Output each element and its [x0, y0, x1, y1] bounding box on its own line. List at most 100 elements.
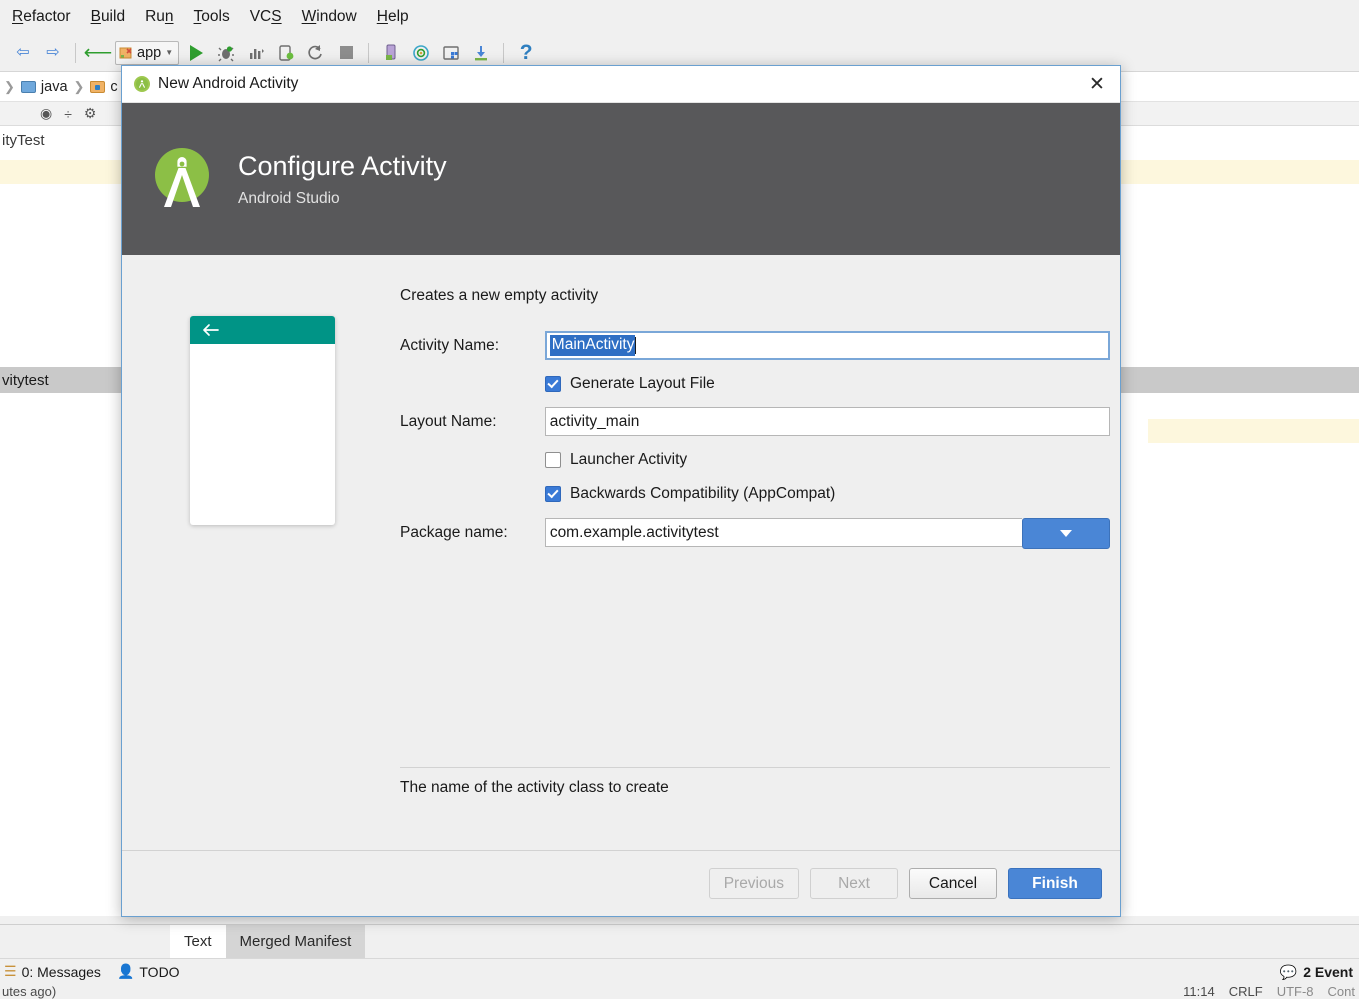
status-line-separator[interactable]: CRLF [1229, 984, 1263, 999]
run-configuration-selector[interactable]: app ▼ [115, 40, 180, 65]
status-context[interactable]: Cont [1328, 984, 1355, 999]
close-icon[interactable]: ✕ [1074, 66, 1120, 103]
status-messages[interactable]: ☰ 0: Messages [4, 963, 101, 980]
chevron-down-icon[interactable]: ▼ [165, 48, 173, 57]
dialog-header-title: Configure Activity [238, 150, 447, 181]
layout-inspector-icon[interactable] [438, 40, 464, 66]
dialog-header-subtitle: Android Studio [238, 189, 340, 207]
activity-name-value: MainActivity [549, 335, 636, 356]
run-config-icon [119, 46, 133, 60]
row-layout-name: Layout Name: activity_main [400, 407, 1110, 436]
toolbar-separator-2 [368, 42, 370, 63]
status-left-fragment: utes ago) [2, 984, 57, 999]
status-encoding[interactable]: UTF-8 [1277, 984, 1314, 999]
todo-icon: 👤 [116, 963, 135, 979]
status-todo-label: TODO [139, 963, 180, 980]
sync-gradle-icon[interactable] [468, 40, 494, 66]
menu-item-help[interactable]: Help [367, 0, 419, 34]
target-icon[interactable]: ◉ [40, 105, 52, 122]
avd-manager-icon[interactable] [378, 40, 404, 66]
back-arrow-icon[interactable]: ⇦ [10, 40, 36, 66]
profile-icon[interactable] [243, 40, 269, 66]
breadcrumb-label-java: java [40, 78, 68, 95]
gear-icon[interactable]: ⚙ [84, 105, 97, 122]
menu-item-tools[interactable]: Tools [184, 0, 240, 34]
status-event-log-label: 2 Event [1303, 964, 1353, 980]
dialog-body: Creates a new empty activity Activity Na… [122, 255, 1120, 850]
checkbox-launcher-activity-label: Launcher Activity [570, 451, 688, 468]
breadcrumb-separator: ❯ [4, 78, 15, 94]
screen-root: Refactor Build Run Tools VCS Window Help… [0, 0, 1359, 999]
status-bar-secondary: utes ago) 11:14 CRLF UTF-8 Cont [0, 984, 1359, 999]
breadcrumb-item-java[interactable]: java [17, 79, 72, 95]
event-log-icon: 💬 [1279, 963, 1298, 980]
checkbox-backwards-compatibility[interactable]: Backwards Compatibility (AppCompat) [545, 485, 1110, 503]
help-icon[interactable]: ? [513, 40, 539, 66]
activity-preview-thumbnail [190, 316, 335, 525]
dialog-title-label: New Android Activity [158, 75, 299, 92]
checkbox-generate-layout-file[interactable]: Generate Layout File [545, 375, 1110, 393]
package-name-combobox[interactable]: com.example.activitytest [544, 518, 1110, 549]
android-studio-logo [144, 141, 220, 217]
run-config-label: app [137, 44, 162, 61]
activity-config-form: Activity Name: MainActivity Generate Lay… [400, 331, 1110, 549]
menu-item-refactor[interactable]: Refactor [2, 0, 81, 34]
sdk-manager-icon[interactable] [408, 40, 434, 66]
status-todo[interactable]: 👤 TODO [117, 963, 180, 980]
editor-highlight-line-2 [1148, 419, 1359, 443]
tab-merged-manifest[interactable]: Merged Manifest [225, 925, 366, 958]
collapse-icon[interactable]: ÷ [64, 106, 72, 122]
breadcrumb-separator-2: ❯ [73, 78, 85, 94]
activity-name-input[interactable]: MainActivity [544, 331, 1110, 360]
checkbox-launcher-activity[interactable]: Launcher Activity [545, 451, 1110, 469]
editor-selected-row-text: vitytest [2, 371, 49, 389]
tab-text-label: Text [184, 933, 212, 950]
menu-item-vcs[interactable]: VCS [240, 0, 292, 34]
debug-icon[interactable] [213, 40, 239, 66]
status-bar: ☰ 0: Messages 👤 TODO 💬 2 Event [0, 958, 1359, 984]
layout-name-input[interactable]: activity_main [544, 407, 1110, 436]
status-time[interactable]: 11:14 [1183, 984, 1215, 999]
text-caret [635, 337, 637, 354]
breadcrumb-label-package: c [110, 78, 118, 95]
stop-icon[interactable] [333, 40, 359, 66]
apply-changes-icon[interactable] [273, 40, 299, 66]
rerun-icon[interactable] [303, 40, 329, 66]
status-event-log[interactable]: 💬 2 Event [1280, 959, 1353, 985]
breadcrumb-item-package[interactable]: c [86, 79, 121, 95]
menu-item-window[interactable]: Window [292, 0, 367, 34]
dialog-header: Configure Activity Android Studio [122, 103, 1120, 255]
layout-name-label: Layout Name: [400, 412, 497, 430]
checkbox-launcher-activity-box[interactable] [545, 452, 561, 468]
checkbox-generate-layout-file-box[interactable] [545, 376, 561, 392]
menu-item-build[interactable]: Build [81, 0, 135, 34]
activity-name-label: Activity Name: [400, 336, 500, 354]
previous-button[interactable]: Previous [708, 868, 799, 899]
folder-icon-blue [20, 80, 36, 93]
forward-arrow-icon[interactable]: ⇨ [40, 40, 66, 66]
toolbar-separator-3 [503, 42, 505, 63]
status-bar-right-group: 11:14 CRLF UTF-8 Cont [1183, 984, 1355, 999]
checkbox-backwards-compatibility-box[interactable] [545, 486, 561, 502]
package-name-value[interactable]: com.example.activitytest [544, 518, 1022, 547]
checkbox-backwards-compatibility-label: Backwards Compatibility (AppCompat) [570, 485, 836, 502]
folder-icon-orange [90, 80, 106, 93]
checkbox-generate-layout-file-label: Generate Layout File [570, 375, 715, 392]
preview-app-bar [190, 316, 335, 344]
revert-icon[interactable]: ⟵ [84, 40, 113, 66]
run-icon[interactable] [183, 40, 209, 66]
dialog-header-texts: Configure Activity Android Studio [238, 151, 447, 208]
hint-text: The name of the activity class to create [400, 779, 669, 796]
menu-item-run[interactable]: Run [135, 0, 183, 34]
tab-text[interactable]: Text [170, 925, 226, 958]
next-button[interactable]: Next [810, 868, 898, 899]
finish-button[interactable]: Finish [1008, 868, 1102, 899]
package-name-label: Package name: [400, 523, 508, 541]
editor-tab-bar: Text Merged Manifest [0, 924, 1359, 958]
tab-merged-manifest-label: Merged Manifest [239, 933, 352, 950]
new-android-activity-dialog: New Android Activity ✕ Configure Activit… [121, 65, 1121, 917]
layout-name-value: activity_main [549, 412, 640, 430]
cancel-button[interactable]: Cancel [909, 868, 997, 899]
package-name-dropdown-button[interactable] [1022, 518, 1110, 549]
row-package-name: Package name: com.example.activitytest [400, 518, 1110, 549]
